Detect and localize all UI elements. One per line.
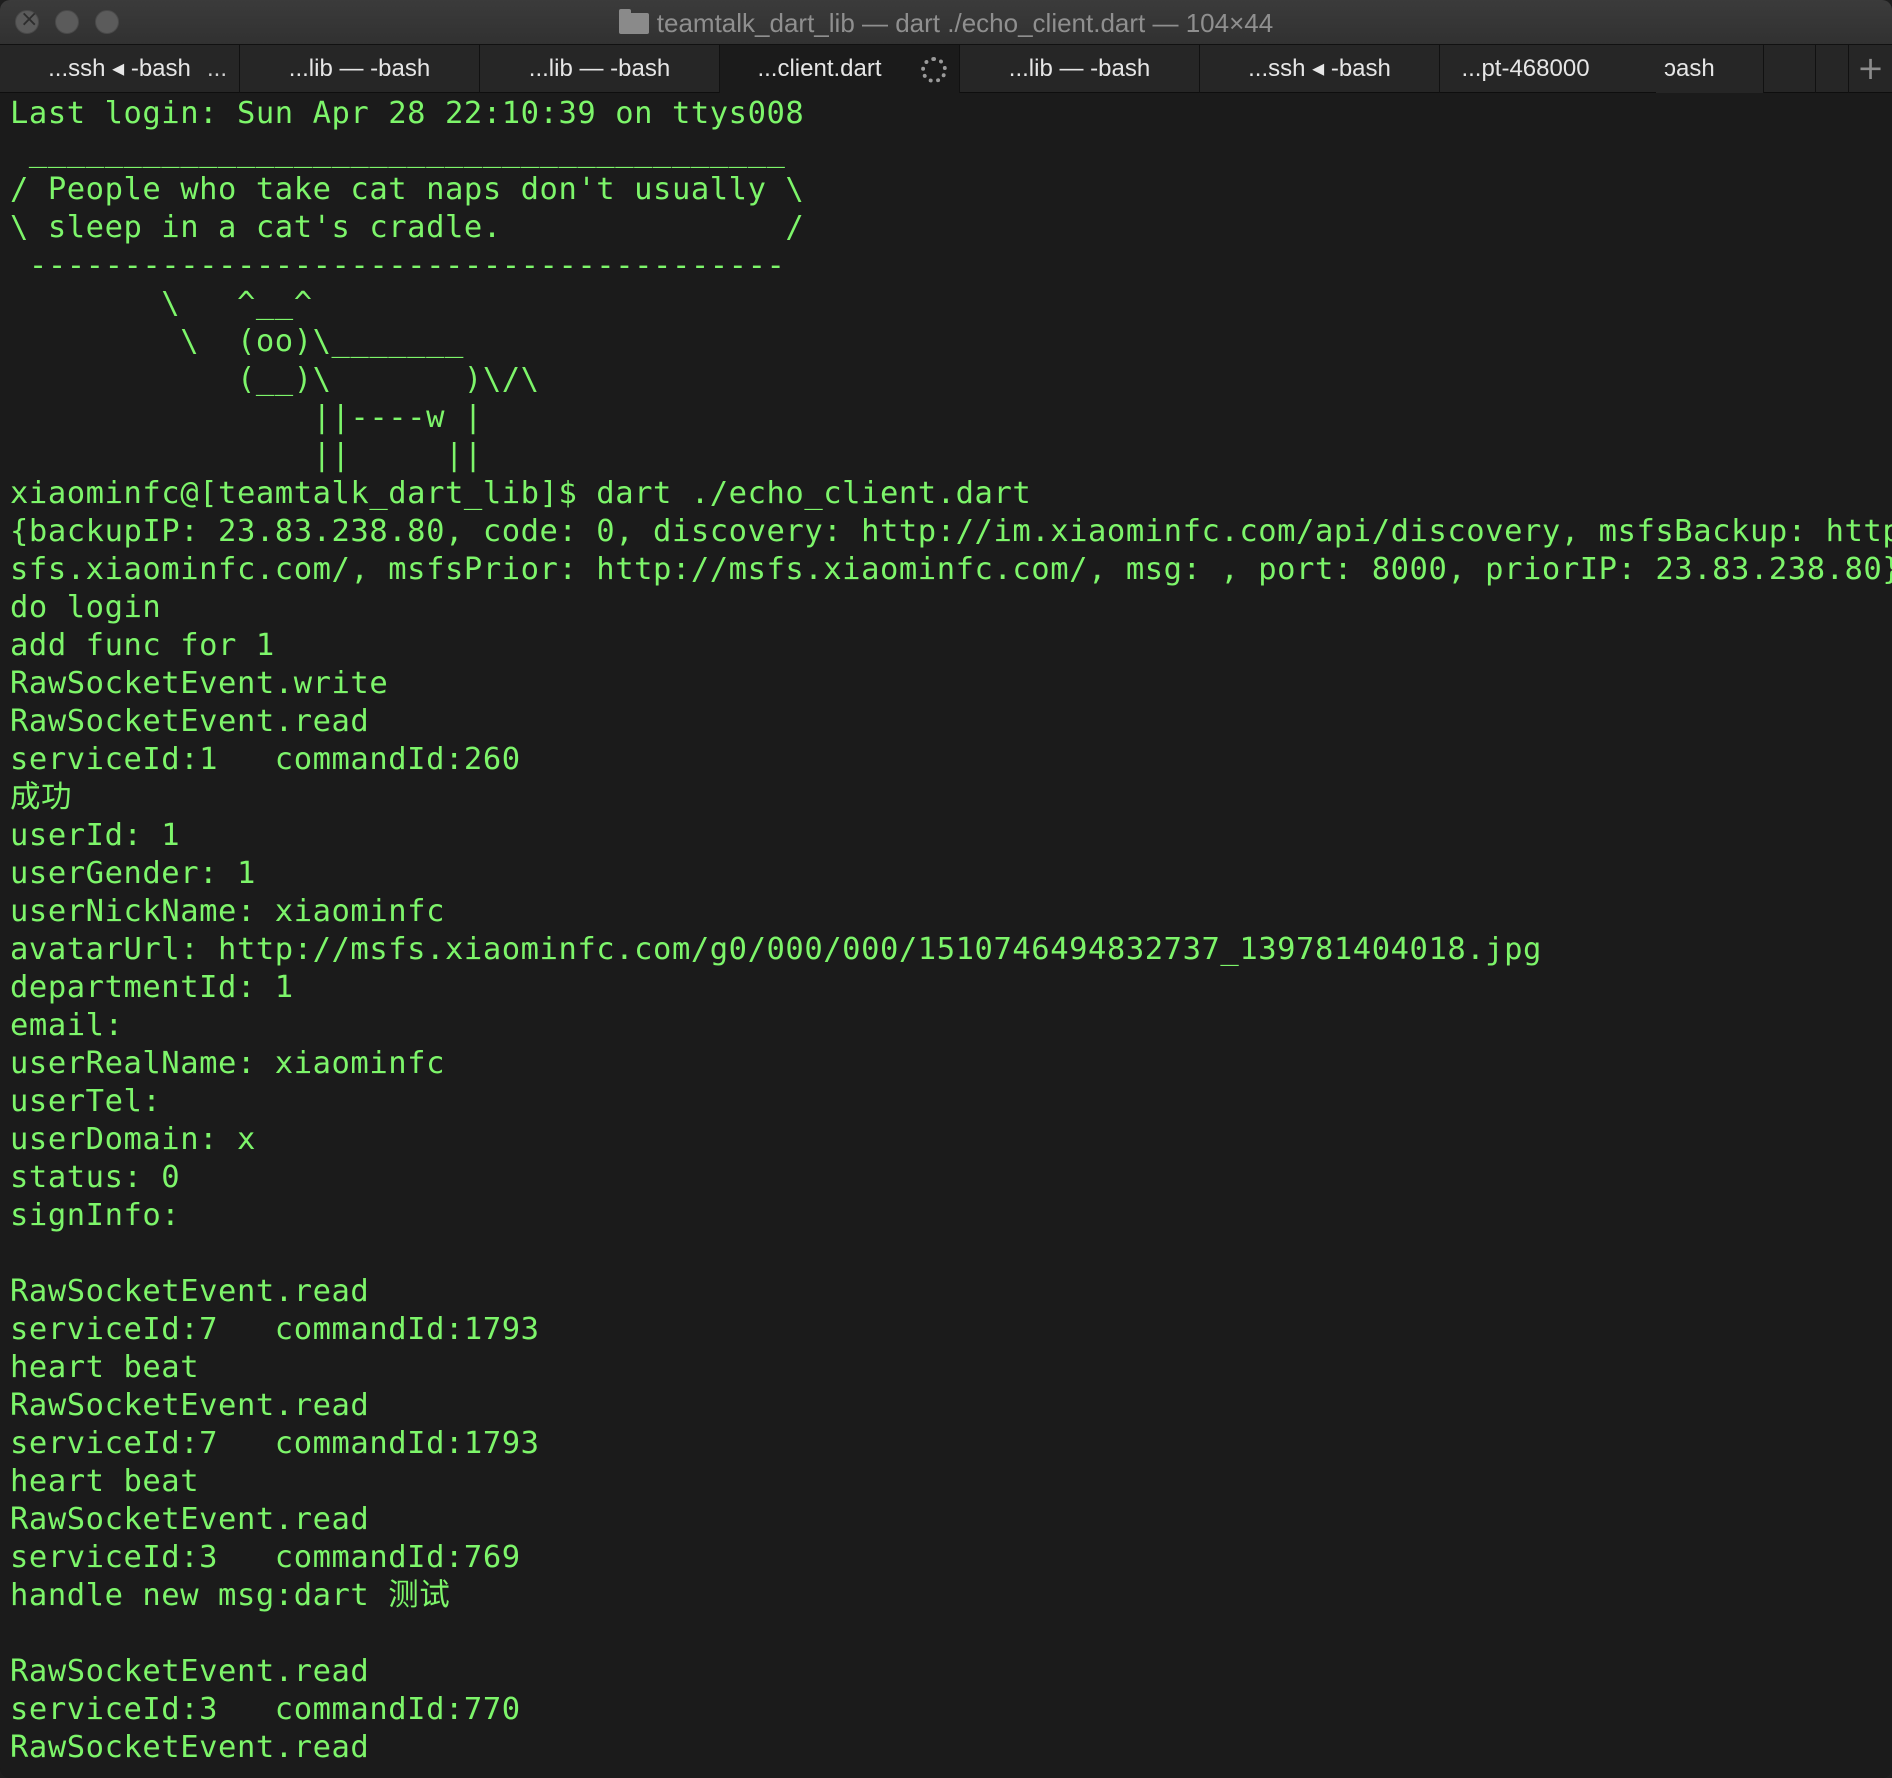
terminal-line: serviceId:3 commandId:770 <box>10 1692 521 1727</box>
terminal-line: RawSocketEvent.read <box>10 704 370 739</box>
terminal-line: avatarUrl: http://msfs.xiaominfc.com/g0/… <box>10 932 1542 967</box>
more-icon[interactable]: ... <box>207 45 227 93</box>
new-tab-button[interactable]: + <box>1848 45 1892 93</box>
tab-bar: ...ssh ◂ -bash ... ...lib — -bash ...lib… <box>0 45 1892 93</box>
tab-lib-bash-2[interactable]: ...lib — -bash <box>480 45 720 93</box>
terminal-line: userGender: 1 <box>10 856 256 891</box>
tab-label: ...lib — -bash <box>288 55 431 82</box>
terminal-line: add func for 1 <box>10 628 275 663</box>
activity-spinner-icon <box>921 57 947 83</box>
tab-label: ...ssh ◂ -bash <box>48 55 191 82</box>
terminal-line: ________________________________________ <box>10 134 786 169</box>
terminal-line: RawSocketEvent.read <box>10 1654 370 1689</box>
terminal-line: (__)\ )\/\ <box>10 362 540 397</box>
terminal-line: RawSocketEvent.read <box>10 1388 370 1423</box>
tab-label: ...lib — -bash <box>528 55 671 82</box>
terminal-line: heart beat <box>10 1464 200 1499</box>
terminal-line: ||----w | <box>10 400 483 435</box>
tab-label: ...lib — -bash <box>1008 55 1151 82</box>
terminal-line: \ sleep in a cat's cradle. / <box>10 210 805 245</box>
terminal-line: sfs.xiaominfc.com/, msfsPrior: http://ms… <box>10 552 1892 587</box>
terminal-line: userDomain: x <box>10 1122 256 1157</box>
terminal-line: RawSocketEvent.write <box>10 666 389 701</box>
terminal-line: userId: 1 <box>10 818 181 853</box>
window-title: teamtalk_dart_lib — dart ./echo_client.d… <box>0 8 1892 39</box>
window-title-text: teamtalk_dart_lib — dart ./echo_client.d… <box>656 8 1274 38</box>
tab-label: ...ssh ◂ -bash <box>1248 55 1391 82</box>
tab-ssh-bash-1[interactable]: ...ssh ◂ -bash ... <box>0 45 240 93</box>
tab-lib-bash-1[interactable]: ...lib — -bash <box>240 45 480 93</box>
terminal-line: RawSocketEvent.read <box>10 1502 370 1537</box>
terminal-line: serviceId:7 commandId:1793 <box>10 1312 540 1347</box>
terminal-line: RawSocketEvent.read <box>10 1274 370 1309</box>
terminal-line: do login <box>10 590 162 625</box>
terminal-line: departmentId: 1 <box>10 970 294 1005</box>
terminal-line: status: 0 <box>10 1160 181 1195</box>
terminal-line: ---------------------------------------- <box>10 248 786 283</box>
tab-label: ...client.dart <box>757 55 882 82</box>
terminal-line: serviceId:7 commandId:1793 <box>10 1426 540 1461</box>
terminal-output[interactable]: Last login: Sun Apr 28 22:10:39 on ttys0… <box>0 94 1892 1778</box>
terminal-line: email: <box>10 1008 124 1043</box>
terminal-line: heart beat <box>10 1350 200 1385</box>
terminal-line: Last login: Sun Apr 28 22:10:39 on ttys0… <box>10 96 805 131</box>
tab-echo-client-dart[interactable]: ...client.dart <box>720 45 960 93</box>
terminal-line: serviceId:3 commandId:769 <box>10 1540 521 1575</box>
terminal-line: || || <box>10 438 483 473</box>
terminal-line: userTel: <box>10 1084 162 1119</box>
terminal-line: RawSocketEvent.read <box>10 1730 370 1765</box>
terminal-line: userRealName: xiaominfc <box>10 1046 445 1081</box>
tab-overflow-spacer <box>1764 45 1816 93</box>
tab-label: ...pt-468000 <box>1461 55 1590 82</box>
terminal-line: userNickName: xiaominfc <box>10 894 445 929</box>
terminal-line: \ ^__^ <box>10 286 313 321</box>
terminal-line: serviceId:1 commandId:260 <box>10 742 521 777</box>
terminal-line: handle new msg:dart 测试 <box>10 1578 451 1613</box>
terminal-line: / People who take cat naps don't usually… <box>10 172 805 207</box>
terminal-line: 成功 <box>10 780 73 815</box>
tab-pt-468000[interactable]: ...pt-468000 <box>1440 45 1662 93</box>
tab-lib-bash-3[interactable]: ...lib — -bash <box>960 45 1200 93</box>
terminal-line: xiaominfc@[teamtalk_dart_lib]$ dart ./ec… <box>10 476 1032 511</box>
title-bar[interactable]: teamtalk_dart_lib — dart ./echo_client.d… <box>0 0 1892 45</box>
tab-ssh-bash-2[interactable]: ...ssh ◂ -bash <box>1200 45 1440 93</box>
tab-bash-overflow[interactable]: ɔash <box>1656 45 1764 93</box>
tab-label: ɔash <box>1664 55 1715 82</box>
terminal-line: signInfo: <box>10 1198 181 1233</box>
terminal-window: teamtalk_dart_lib — dart ./echo_client.d… <box>0 0 1892 1778</box>
terminal-line: \ (oo)\_______ <box>10 324 464 359</box>
folder-icon <box>618 9 649 34</box>
terminal-line: {backupIP: 23.83.238.80, code: 0, discov… <box>10 514 1892 549</box>
